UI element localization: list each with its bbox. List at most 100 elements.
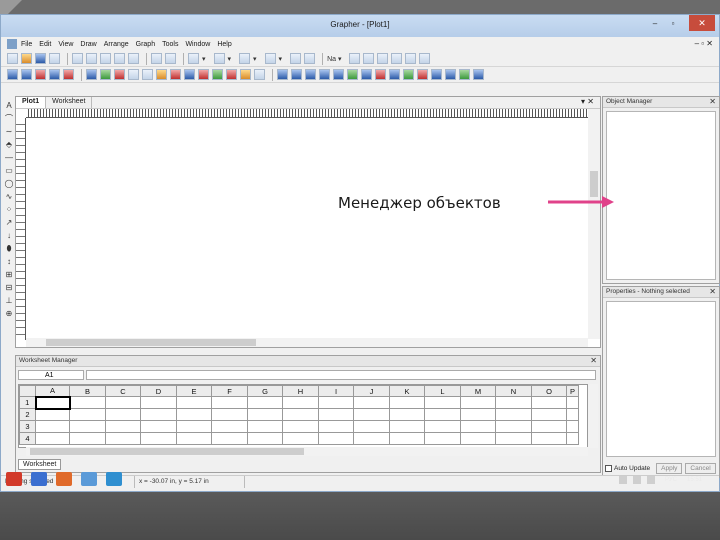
cell[interactable]	[140, 408, 177, 421]
cell[interactable]	[566, 420, 579, 433]
object-manager-tree[interactable]	[606, 111, 716, 280]
surface-plot-icon[interactable]	[226, 69, 237, 80]
cell[interactable]	[105, 408, 141, 421]
cell[interactable]	[211, 396, 248, 409]
apply-button[interactable]: Apply	[656, 462, 683, 474]
cell[interactable]	[176, 396, 212, 409]
script-icon[interactable]	[445, 69, 456, 80]
select-icon[interactable]	[165, 53, 176, 64]
tab-worksheet[interactable]: Worksheet	[46, 97, 93, 108]
line-color-dropdown[interactable]: ▾	[253, 55, 257, 63]
plot-horizontal-scrollbar[interactable]	[26, 338, 588, 347]
vector-plot-icon[interactable]	[254, 69, 265, 80]
font-dropdown[interactable]: Na ▾	[327, 55, 341, 63]
label-icon[interactable]	[375, 69, 386, 80]
app-blue-icon[interactable]	[31, 472, 47, 486]
redo-icon[interactable]	[128, 53, 139, 64]
ellipse-tool-icon[interactable]: ◯	[5, 177, 14, 190]
app-icon[interactable]	[7, 39, 17, 49]
measure-tool-icon[interactable]: ⊥	[6, 294, 13, 307]
polar-plot-icon[interactable]	[86, 69, 97, 80]
mdi-window-controls[interactable]: – ▫ ✕	[695, 39, 713, 48]
cell[interactable]	[176, 432, 212, 445]
column-header[interactable]: F	[211, 385, 248, 397]
grid-icon[interactable]	[389, 69, 400, 80]
cell[interactable]	[566, 396, 579, 409]
scrollbar-thumb[interactable]	[590, 171, 598, 197]
curve-tool-icon[interactable]: ∼	[6, 125, 13, 138]
zoom-out-tool-icon[interactable]: ⊟	[6, 281, 13, 294]
box-plot-icon[interactable]	[212, 69, 223, 80]
column-header[interactable]: N	[495, 385, 532, 397]
rose-diagram-icon[interactable]	[184, 69, 195, 80]
cell[interactable]	[424, 396, 461, 409]
fill-color-icon[interactable]	[264, 53, 276, 64]
worksheet-vertical-scrollbar[interactable]	[588, 384, 598, 448]
cell[interactable]	[318, 408, 354, 421]
close-icon[interactable]: ✕	[590, 356, 597, 365]
menu-window[interactable]: Window	[185, 41, 210, 48]
rectangle-tool-icon[interactable]: ▭	[5, 164, 13, 177]
menu-tools[interactable]: Tools	[162, 41, 178, 48]
cell[interactable]	[566, 432, 579, 445]
contour-plot-icon[interactable]	[240, 69, 251, 80]
minimize-button[interactable]: –	[649, 19, 661, 29]
underline-icon[interactable]	[377, 53, 389, 64]
arrow-tool-icon[interactable]: ↓	[7, 229, 11, 242]
axis-z-icon[interactable]	[319, 69, 330, 80]
cell[interactable]	[282, 420, 319, 433]
column-header[interactable]: J	[353, 385, 390, 397]
reshape-tool-icon[interactable]: ↗	[6, 216, 13, 229]
close-icon[interactable]: ✕	[709, 287, 716, 296]
cell[interactable]	[282, 396, 319, 409]
cell[interactable]	[460, 420, 496, 433]
line-width-icon[interactable]	[213, 53, 225, 64]
row-header[interactable]: 2	[19, 408, 36, 421]
cell-reference-box[interactable]: A1	[18, 370, 84, 380]
cell[interactable]	[495, 420, 532, 433]
copy-icon[interactable]	[86, 53, 97, 64]
axis-x-icon[interactable]	[291, 69, 302, 80]
fill-color-dropdown[interactable]: ▾	[279, 55, 283, 63]
menu-view[interactable]: View	[58, 41, 73, 48]
point-tool-icon[interactable]: ⁘	[6, 203, 13, 216]
cut-icon[interactable]	[72, 53, 83, 64]
cell[interactable]	[211, 432, 248, 445]
column-header[interactable]: B	[69, 385, 106, 397]
cell[interactable]	[105, 432, 141, 445]
cell[interactable]	[353, 432, 390, 445]
spline-tool-icon[interactable]: ∿	[6, 190, 13, 203]
magnifier-icon[interactable]	[403, 69, 414, 80]
app-red-icon[interactable]	[6, 472, 22, 486]
cell[interactable]	[318, 432, 354, 445]
cell[interactable]	[105, 420, 141, 433]
pan-tool-icon[interactable]: ↕	[7, 255, 11, 268]
cell[interactable]	[495, 432, 532, 445]
column-header[interactable]: M	[460, 385, 496, 397]
text-tool-icon[interactable]: A	[6, 99, 11, 112]
cell[interactable]	[247, 420, 283, 433]
fit-curve-icon[interactable]	[347, 69, 358, 80]
wind-chart-icon[interactable]	[198, 69, 209, 80]
line-style-dropdown[interactable]: ▾	[202, 55, 206, 63]
open-icon[interactable]	[21, 53, 32, 64]
polygon-tool-icon[interactable]: ⬘	[6, 138, 12, 151]
cell[interactable]	[140, 432, 177, 445]
line-width-dropdown[interactable]: ▾	[228, 55, 232, 63]
network-icon[interactable]	[632, 476, 641, 484]
app-orange-icon[interactable]	[56, 472, 72, 486]
column-header[interactable]: O	[531, 385, 567, 397]
cell[interactable]	[176, 420, 212, 433]
row-header[interactable]: 3	[19, 420, 36, 433]
cell[interactable]	[140, 396, 177, 409]
cell[interactable]	[389, 432, 425, 445]
language-indicator[interactable]: РУС	[665, 477, 677, 483]
app-cyan-icon[interactable]	[81, 472, 97, 486]
menu-graph[interactable]: Graph	[136, 41, 155, 48]
cell[interactable]	[531, 408, 567, 421]
cell[interactable]	[460, 396, 496, 409]
paste-icon[interactable]	[100, 53, 111, 64]
column-header[interactable]: A	[35, 385, 70, 397]
symbol-icon[interactable]	[290, 53, 302, 64]
save-plot-icon[interactable]	[49, 69, 60, 80]
